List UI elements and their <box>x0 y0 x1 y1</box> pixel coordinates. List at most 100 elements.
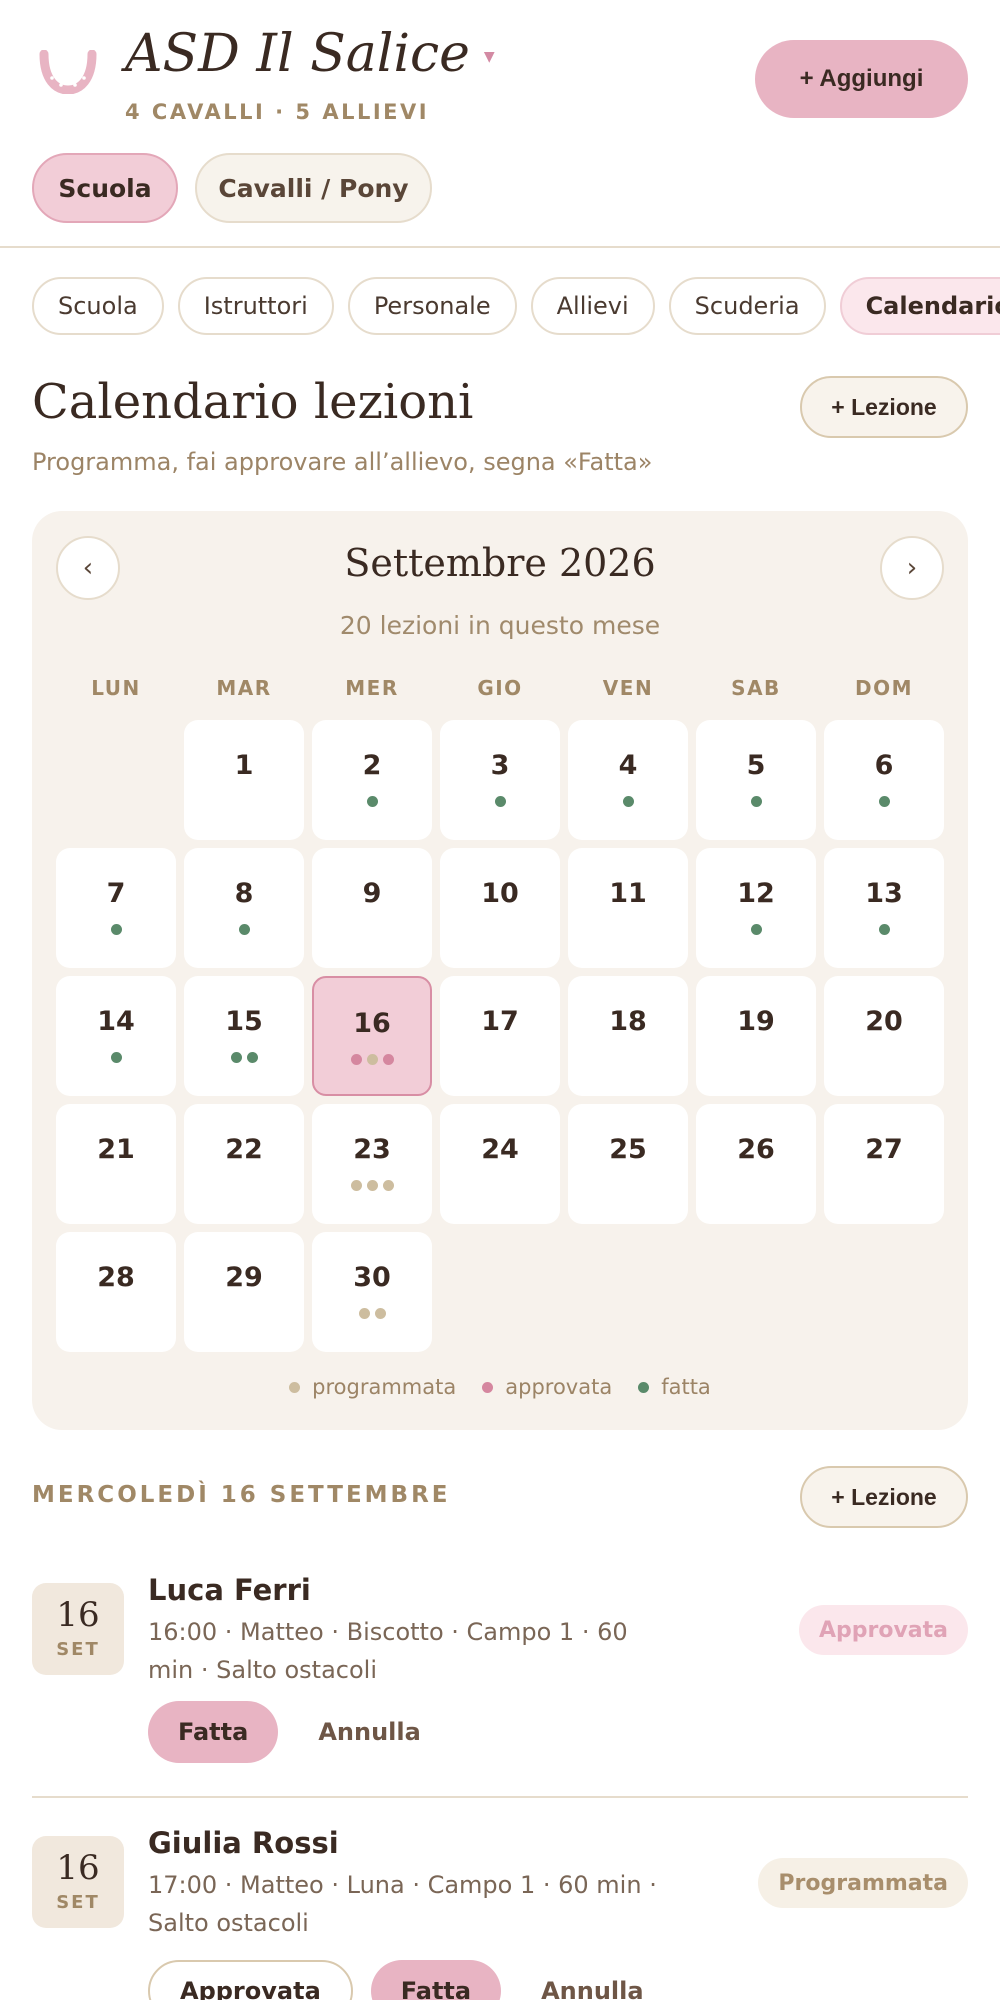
calendar-day[interactable]: 10 <box>440 848 560 968</box>
weekday-label: LUN <box>91 676 141 700</box>
legend-dot <box>482 1381 494 1393</box>
day-number: 5 <box>746 750 766 781</box>
calendar-day[interactable]: 24 <box>440 1104 560 1224</box>
calendar-day[interactable]: 19 <box>696 976 816 1096</box>
status-dot-fatta <box>750 796 762 807</box>
calendar-day[interactable]: 30 <box>312 1232 432 1352</box>
calendar-day[interactable]: 14 <box>56 976 176 1096</box>
next-month-button[interactable]: › <box>880 536 944 600</box>
calendar-day[interactable]: 20 <box>824 976 944 1096</box>
status-dot-approvata <box>382 1054 394 1065</box>
calendar-day[interactable]: 4 <box>568 720 688 840</box>
lesson-day: 16 <box>56 1848 100 1888</box>
calendar-day[interactable]: 6 <box>824 720 944 840</box>
calendar-day[interactable]: 15 <box>184 976 304 1096</box>
status-dot-fatta <box>238 924 250 935</box>
status-dot-fatta <box>622 796 634 807</box>
nav-scuola[interactable]: Scuola <box>32 277 164 335</box>
day-number: 19 <box>737 1006 775 1037</box>
nav-scuderia[interactable]: Scuderia <box>668 277 826 335</box>
calendar-day[interactable]: 21 <box>56 1104 176 1224</box>
lesson-dots <box>184 1052 304 1063</box>
calendar-day[interactable]: 22 <box>184 1104 304 1224</box>
selected-day-heading: MERCOLEDÌ 16 SETTEMBRE <box>32 1482 451 1508</box>
nav-allievi[interactable]: Allievi <box>530 277 655 335</box>
day-number: 18 <box>609 1006 647 1037</box>
calendar-day[interactable]: 28 <box>56 1232 176 1352</box>
add-button[interactable]: + Aggiungi <box>755 40 968 118</box>
add-lesson-day-button[interactable]: + Lezione <box>800 1466 968 1528</box>
caret-down-icon: ▼ <box>483 49 495 65</box>
calendar-day[interactable]: 11 <box>568 848 688 968</box>
student-name: Luca Ferri <box>148 1573 311 1607</box>
day-number: 14 <box>97 1006 135 1037</box>
mark-done-button[interactable]: Fatta <box>370 1960 502 2000</box>
day-number: 15 <box>225 1006 263 1037</box>
calendar-grid: 1 2 3 4 5 6 7 8 9 10 11 12 13 14 15 16 17 18 19 20 21 22 23 24 2… <box>56 720 944 1352</box>
status-dot-fatta <box>366 796 378 807</box>
calendar-legend: programmata approvata fatta <box>32 1375 968 1399</box>
student-name: Giulia Rossi <box>148 1826 339 1860</box>
calendar-day[interactable]: 13 <box>824 848 944 968</box>
legend-dot <box>289 1381 301 1393</box>
calendar-day[interactable]: 23 <box>312 1104 432 1224</box>
club-selector[interactable]: ASD Il Salice ▼ <box>125 24 495 84</box>
lesson-dots <box>312 796 432 807</box>
calendar-day[interactable]: 12 <box>696 848 816 968</box>
day-number: 9 <box>362 878 382 909</box>
nav-calendario[interactable]: Calendario <box>839 277 1000 335</box>
calendar-day[interactable]: 17 <box>440 976 560 1096</box>
lesson-dots <box>568 796 688 807</box>
lesson-detail: 16:00 · Matteo · Biscotto · Campo 1 · 60… <box>148 1618 628 1684</box>
approve-lesson-button[interactable]: Approvata <box>148 1960 353 2000</box>
status-dot-programmata <box>350 1180 362 1191</box>
lesson-item: 16 SET Giulia Rossi 17:00 · Matteo · Lun… <box>32 1826 968 2000</box>
calendar-day[interactable]: 9 <box>312 848 432 968</box>
nav-istruttori[interactable]: Istruttori <box>177 277 334 335</box>
status-dot-programmata <box>366 1180 378 1191</box>
legend-item: fatta <box>638 1375 711 1399</box>
segment-scuola[interactable]: Scuola <box>32 153 178 223</box>
lesson-dots <box>312 1180 432 1191</box>
app-header: ASD Il Salice ▼ 4 CAVALLI · 5 ALLIEVI + … <box>0 0 1000 248</box>
status-dot-fatta <box>110 924 122 935</box>
lesson-dots <box>56 924 176 935</box>
nav-personale[interactable]: Personale <box>347 277 517 335</box>
status-dot-fatta <box>750 924 762 935</box>
calendar-day[interactable]: 18 <box>568 976 688 1096</box>
legend-item: programmata <box>289 1375 456 1399</box>
day-number: 2 <box>362 750 382 781</box>
legend-item: approvata <box>482 1375 612 1399</box>
calendar-day[interactable]: 2 <box>312 720 432 840</box>
add-lesson-button[interactable]: + Lezione <box>800 376 968 438</box>
calendar-day[interactable]: 3 <box>440 720 560 840</box>
day-number: 12 <box>737 878 775 909</box>
day-number: 22 <box>225 1134 263 1165</box>
calendar-day[interactable]: 29 <box>184 1232 304 1352</box>
calendar-day[interactable]: 8 <box>184 848 304 968</box>
calendar-day[interactable]: 16 <box>312 976 432 1096</box>
day-number: 23 <box>353 1134 391 1165</box>
day-number: 4 <box>618 750 638 781</box>
segment-cavalli-pony[interactable]: Cavalli / Pony <box>195 153 432 223</box>
calendar-day[interactable]: 5 <box>696 720 816 840</box>
cancel-lesson-button[interactable]: Annulla <box>519 1960 665 2000</box>
day-number: 6 <box>874 750 894 781</box>
day-number: 11 <box>609 878 647 909</box>
calendar-day[interactable]: 1 <box>184 720 304 840</box>
calendar-day[interactable]: 25 <box>568 1104 688 1224</box>
calendar-day[interactable]: 27 <box>824 1104 944 1224</box>
cancel-lesson-button[interactable]: Annulla <box>296 1701 442 1763</box>
calendar-day[interactable]: 26 <box>696 1104 816 1224</box>
mark-done-button[interactable]: Fatta <box>148 1701 279 1763</box>
status-dot-fatta <box>494 796 506 807</box>
status-badge: Programmata <box>758 1858 968 1908</box>
day-number: 29 <box>225 1262 263 1293</box>
calendar-day[interactable]: 7 <box>56 848 176 968</box>
status-dot-fatta <box>110 1052 122 1063</box>
lesson-date-tile: 16 SET <box>32 1836 124 1928</box>
status-dot-programmata <box>374 1308 386 1319</box>
section-nav: Scuola Istruttori Personale Allievi Scuderia… <box>32 277 1000 337</box>
lesson-date-tile: 16 SET <box>32 1583 124 1675</box>
day-number: 28 <box>97 1262 135 1293</box>
